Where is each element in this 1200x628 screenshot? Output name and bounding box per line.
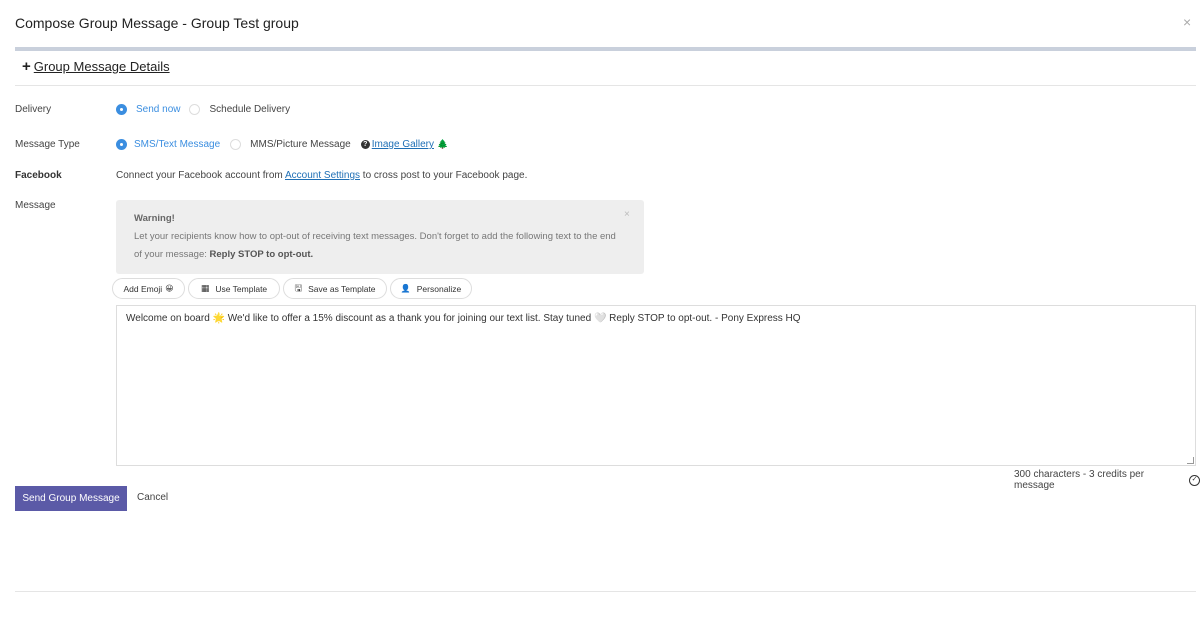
schedule-delivery-radio[interactable]	[189, 104, 201, 115]
message-text: Welcome on board 🌟 We'd like to offer a …	[126, 313, 801, 324]
warning-emphasis: Reply STOP to opt-out.	[209, 249, 314, 260]
save-as-template-label: Save as Template	[308, 283, 376, 294]
delivery-radio-group: Send now Schedule Delivery	[116, 104, 298, 115]
send-now-label[interactable]: Send now	[136, 104, 180, 115]
group-message-details-toggle[interactable]: + Group Message Details	[22, 59, 170, 74]
save-as-template-button[interactable]: 🖫 Save as Template	[283, 278, 387, 299]
warning-close-icon[interactable]: ×	[624, 206, 630, 224]
divider	[15, 85, 1196, 86]
check-circle-icon: ✓	[1189, 474, 1200, 486]
tree-icon: 🌲	[437, 139, 449, 149]
message-toolbar: Add Emoji 😀 ▦ Use Template 🖫 Save as Tem…	[112, 278, 472, 299]
mms-label[interactable]: MMS/Picture Message	[250, 139, 351, 150]
plus-icon: +	[22, 58, 31, 75]
warning-body: Let your recipients know how to opt-out …	[134, 228, 626, 264]
help-icon[interactable]: ?	[360, 140, 370, 149]
facebook-text-after: to cross post to your Facebook page.	[360, 170, 528, 181]
warning-text: Let your recipients know how to opt-out …	[134, 231, 616, 260]
save-icon: 🖫	[294, 282, 303, 293]
close-icon[interactable]: ×	[1183, 14, 1191, 30]
divider	[15, 591, 1196, 592]
schedule-delivery-label[interactable]: Schedule Delivery	[209, 104, 290, 115]
emoji-icon: 😀	[165, 284, 174, 293]
warning-alert: Warning! Let your recipients know how to…	[116, 200, 644, 274]
user-icon: 👤	[400, 284, 411, 293]
progress-bar	[15, 47, 1196, 51]
modal-title: Compose Group Message - Group Test group	[15, 15, 299, 31]
facebook-text-before: Connect your Facebook account from	[116, 170, 285, 181]
mms-radio[interactable]	[230, 139, 242, 150]
sms-label[interactable]: SMS/Text Message	[134, 139, 220, 150]
facebook-label: Facebook	[15, 170, 62, 181]
delivery-label: Delivery	[15, 104, 52, 115]
send-group-message-button[interactable]: Send Group Message	[15, 486, 127, 511]
facebook-connect-text: Connect your Facebook account from Accou…	[116, 170, 527, 181]
add-emoji-label: Add Emoji	[123, 283, 163, 294]
resize-handle[interactable]	[1187, 457, 1194, 464]
counter-text: 300 characters - 3 credits per message	[1014, 469, 1145, 491]
use-template-label: Use Template	[215, 283, 268, 294]
sms-radio[interactable]	[116, 139, 127, 150]
message-type-label: Message Type	[15, 139, 80, 150]
cancel-link[interactable]: Cancel	[137, 492, 168, 503]
character-counter: 300 characters - 3 credits per message ✓	[1014, 469, 1200, 491]
details-toggle-label: Group Message Details	[33, 59, 170, 74]
send-now-radio[interactable]	[116, 104, 127, 115]
use-template-button[interactable]: ▦ Use Template	[188, 278, 280, 299]
message-type-radio-group: SMS/Text Message MMS/Picture Message ? I…	[116, 139, 448, 150]
account-settings-link[interactable]: Account Settings	[285, 170, 360, 181]
image-gallery-link[interactable]: Image Gallery	[372, 139, 434, 150]
add-emoji-button[interactable]: Add Emoji 😀	[112, 278, 185, 299]
message-label: Message	[15, 200, 56, 211]
warning-title: Warning!	[134, 213, 175, 224]
message-textarea[interactable]: Welcome on board 🌟 We'd like to offer a …	[116, 305, 1196, 466]
personalize-button[interactable]: 👤 Personalize	[390, 278, 472, 299]
grid-icon: ▦	[200, 283, 210, 293]
personalize-label: Personalize	[416, 283, 462, 294]
